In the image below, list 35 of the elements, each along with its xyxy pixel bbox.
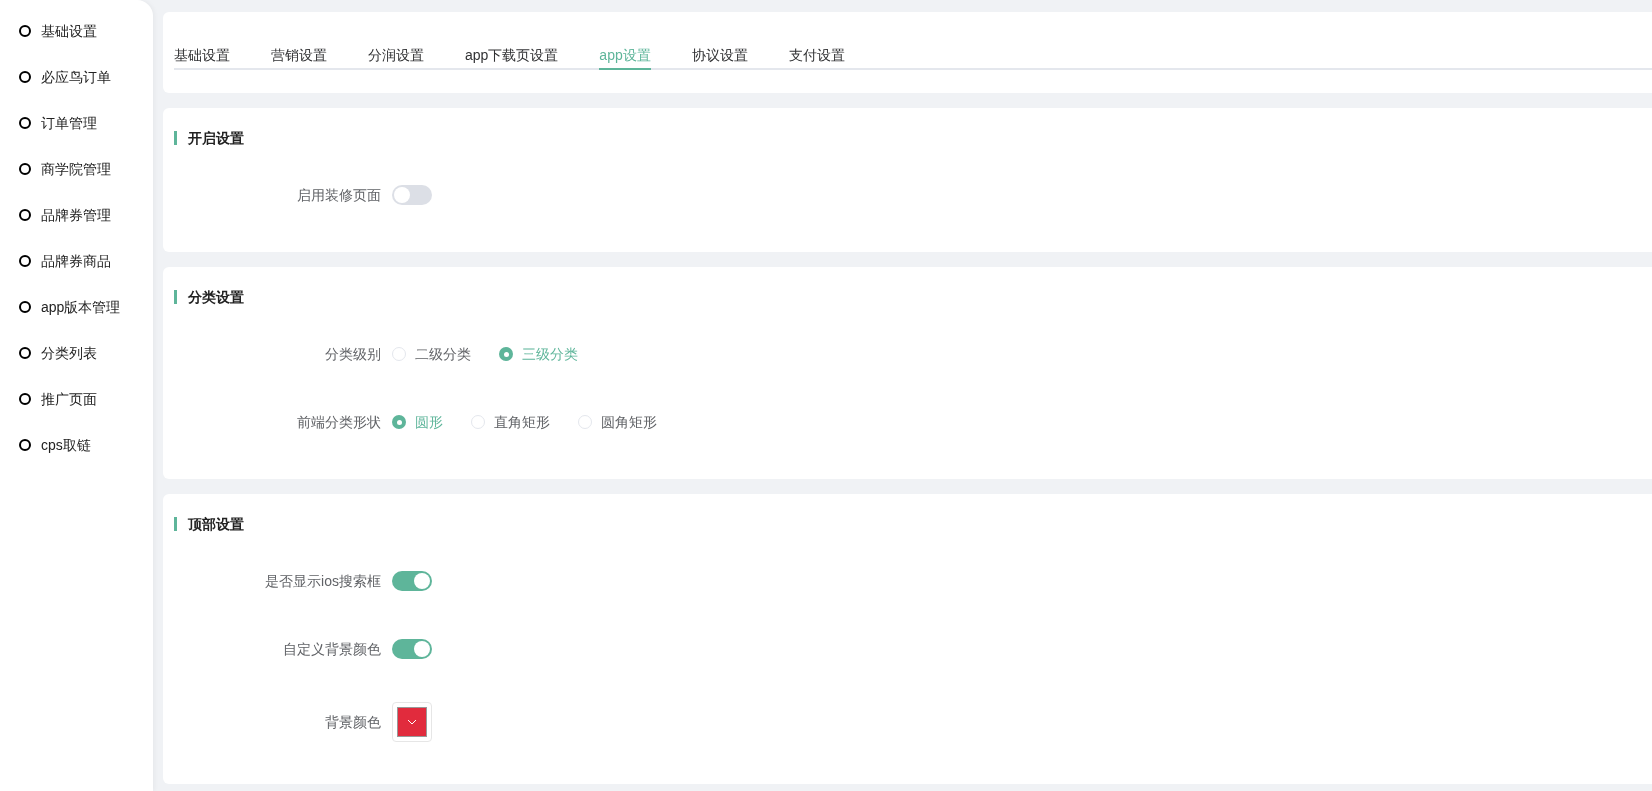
- radio-option[interactable]: 二级分类: [392, 343, 471, 365]
- sidebar-item[interactable]: app版本管理: [0, 284, 153, 330]
- sidebar-item[interactable]: 必应鸟订单: [0, 54, 153, 100]
- tab[interactable]: 营销设置: [271, 42, 327, 70]
- form-label: 分类级别: [324, 344, 382, 364]
- sidebar-item[interactable]: 订单管理: [0, 100, 153, 146]
- sidebar-item[interactable]: cps取链: [0, 422, 153, 468]
- toggle-switch[interactable]: [392, 571, 432, 591]
- tab[interactable]: 分润设置: [368, 42, 424, 70]
- sidebar-item[interactable]: 分类列表: [0, 330, 153, 376]
- form-label: 是否显示ios搜索框: [264, 571, 382, 591]
- section-title: 分类设置: [188, 287, 244, 307]
- section-marker: [174, 517, 177, 531]
- section-title: 顶部设置: [188, 514, 244, 534]
- tab[interactable]: app下载页设置: [465, 42, 559, 70]
- sidebar-item[interactable]: 商学院管理: [0, 146, 153, 192]
- section-title: 开启设置: [188, 128, 244, 148]
- chevron-down-icon: [407, 719, 417, 725]
- form-label: 启用装修页面: [296, 185, 382, 205]
- sidebar-item[interactable]: 品牌券管理: [0, 192, 153, 238]
- form-label: 前端分类形状: [296, 412, 382, 432]
- sidebar-item[interactable]: 推广页面: [0, 376, 153, 422]
- section-marker: [174, 131, 177, 145]
- radio-option[interactable]: 圆角矩形: [578, 411, 657, 433]
- sidebar-item[interactable]: 基础设置: [0, 8, 153, 54]
- toggle-switch[interactable]: [392, 185, 432, 205]
- section-marker: [174, 290, 177, 304]
- toggle-switch[interactable]: [392, 639, 432, 659]
- tab[interactable]: 基础设置: [174, 42, 230, 70]
- sidebar-item[interactable]: 品牌券商品: [0, 238, 153, 284]
- form-label: 背景颜色: [324, 712, 382, 732]
- tab[interactable]: 支付设置: [788, 42, 845, 70]
- tab[interactable]: 协议设置: [691, 42, 748, 70]
- form-label: 自定义背景颜色: [282, 639, 382, 659]
- radio-option[interactable]: 直角矩形: [471, 411, 550, 433]
